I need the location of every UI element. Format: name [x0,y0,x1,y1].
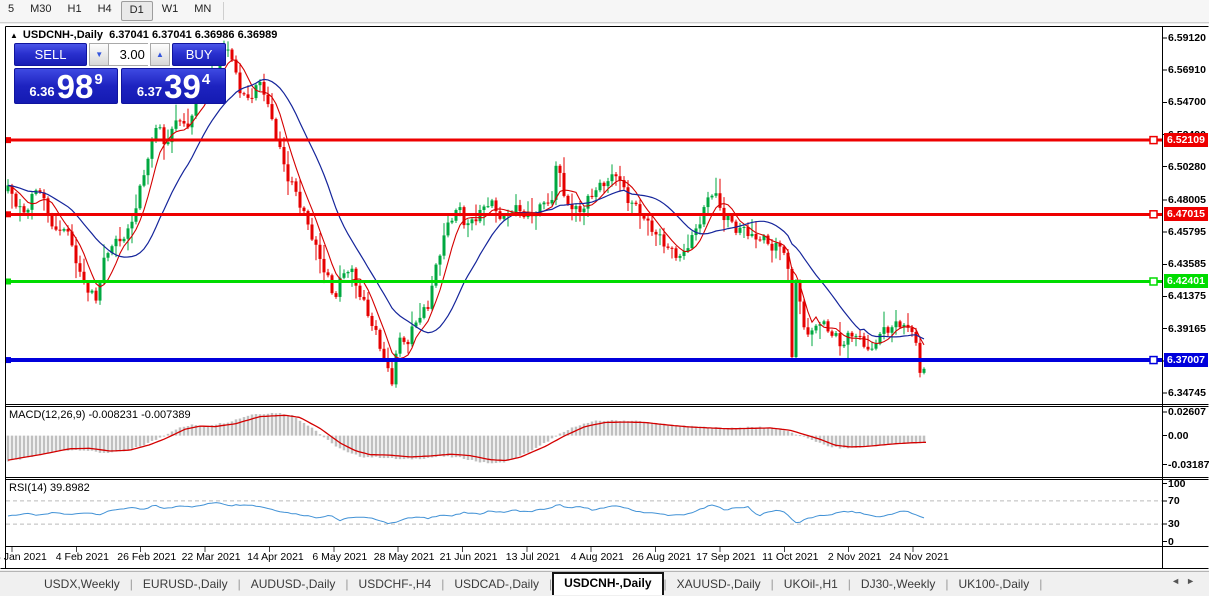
timeframe-toolbar: 5M30H1H4D1W1MN [0,0,1209,23]
volume-input[interactable]: 3.00 [109,43,148,66]
sell-price-prefix: 6.36 [29,84,54,99]
tab-ukoil-h1[interactable]: UKOil-,H1 [774,574,848,594]
collapse-triangle-icon[interactable]: ▲ [10,31,18,40]
date-axis-label: 4 Aug 2021 [571,551,624,563]
buy-price-big-digits: 39 [164,72,201,102]
buy-price-prefix: 6.37 [137,84,162,99]
tab-usdcad-daily[interactable]: USDCAD-,Daily [444,574,549,594]
symbol-tab-bar: USDX,Weekly|EURUSD-,Daily|AUDUSD-,Daily|… [0,571,1209,596]
price-axis-label: 6.34745 [1168,387,1206,399]
price-axis-label: 6.45795 [1168,226,1206,238]
toolbar-separator [223,2,224,20]
date-axis-label: 26 Feb 2021 [117,551,176,563]
timeframe-button-mn[interactable]: MN [186,0,219,22]
rsi-axis-label: 70 [1168,495,1180,507]
chart-symbol-label: USDCNH-,Daily [23,29,103,41]
level-price-tag[interactable]: 6.52109 [1164,133,1208,147]
buy-price-display[interactable]: 6.37 39 4 [121,68,226,104]
price-axis-label: 6.41375 [1168,290,1206,302]
timeframe-button-w1[interactable]: W1 [154,0,187,22]
buy-price-pip-digit: 4 [202,71,210,88]
tab-eurusd-daily[interactable]: EURUSD-,Daily [133,574,238,594]
date-axis-label: 13 Jul 2021 [506,551,560,563]
tab-scroll-left-icon[interactable]: ◄ [1171,576,1186,586]
price-axis-label: 6.59120 [1168,32,1206,44]
tab-xauusd-daily[interactable]: XAUUSD-,Daily [667,574,771,594]
rsi-axis-label: 100 [1168,478,1186,490]
date-axis-label: 13 Jan 2021 [0,551,47,563]
timeframe-button-d1[interactable]: D1 [121,1,153,21]
price-axis-label: 6.48005 [1168,194,1206,206]
rsi-axis-label: 30 [1168,518,1180,530]
sell-price-display[interactable]: 6.36 98 9 [14,68,118,104]
price-axis-label: 6.39165 [1168,323,1206,335]
tab-usdcnh-daily[interactable]: USDCNH-,Daily [552,572,663,595]
tab-separator: | [1039,577,1042,591]
date-axis-label: 6 May 2021 [312,551,367,563]
date-axis-label: 24 Nov 2021 [889,551,949,563]
buy-button[interactable]: BUY [172,43,226,66]
date-axis-label: 26 Aug 2021 [632,551,691,563]
price-chart-canvas[interactable] [0,24,1209,570]
tab-usdchf-h4[interactable]: USDCHF-,H4 [349,574,442,594]
date-axis-label: 14 Apr 2021 [247,551,304,563]
macd-indicator-label: MACD(12,26,9) -0.008231 -0.007389 [9,409,191,421]
tab-uk100-daily[interactable]: UK100-,Daily [949,574,1040,594]
timeframe-button-h4[interactable]: H4 [90,0,120,22]
volume-decrease-button[interactable]: ▼ [89,43,109,66]
tab-dj30-weekly[interactable]: DJ30-,Weekly [851,574,945,594]
rsi-axis-label: 0 [1168,536,1174,548]
timeframe-button-5[interactable]: 5 [0,0,22,22]
rsi-indicator-label: RSI(14) 39.8982 [9,482,90,494]
tab-audusd-daily[interactable]: AUDUSD-,Daily [241,574,346,594]
level-price-tag[interactable]: 6.42401 [1164,274,1208,288]
price-axis-label: 6.54700 [1168,96,1206,108]
tab-scroll-right-icon[interactable]: ► [1186,576,1201,586]
level-price-tag[interactable]: 6.37007 [1164,353,1208,367]
trading-terminal-window: 5M30H1H4D1W1MN ▲ USDCNH-,Daily 6.37041 6.… [0,0,1209,596]
chart-ohlc-values: 6.37041 6.37041 6.36986 6.36989 [109,29,277,41]
macd-axis-label: 0.00 [1168,430,1188,442]
volume-increase-button[interactable]: ▲ [150,43,170,66]
sell-price-big-digits: 98 [57,72,94,102]
price-axis-label: 6.50280 [1168,161,1206,173]
date-axis-label: 17 Sep 2021 [696,551,756,563]
sell-price-pip-digit: 9 [94,71,102,88]
tab-scroll-arrows[interactable]: ◄► [1171,576,1201,586]
date-axis-label: 22 Mar 2021 [182,551,241,563]
timeframe-button-h1[interactable]: H1 [60,0,90,22]
timeframe-button-m30[interactable]: M30 [22,0,59,22]
chart-title: ▲ USDCNH-,Daily 6.37041 6.37041 6.36986 6… [10,29,277,41]
sell-button[interactable]: SELL [14,43,87,66]
date-axis-label: 2 Nov 2021 [828,551,882,563]
date-axis-label: 4 Feb 2021 [56,551,109,563]
date-axis-label: 21 Jun 2021 [440,551,498,563]
date-axis-label: 11 Oct 2021 [762,551,818,563]
date-axis-label: 28 May 2021 [374,551,435,563]
one-click-trade-panel: SELL ▼ 3.00 ▲ BUY 6.36 98 9 6.37 39 4 [14,43,226,104]
macd-axis-label: -0.031872 [1168,459,1209,471]
price-axis-label: 6.56910 [1168,64,1206,76]
price-axis-label: 6.43585 [1168,258,1206,270]
level-price-tag[interactable]: 6.47015 [1164,207,1208,221]
macd-axis-label: 0.02607 [1168,406,1206,418]
chart-window: ▲ USDCNH-,Daily 6.37041 6.37041 6.36986 6… [0,24,1209,570]
tab-usdx-weekly[interactable]: USDX,Weekly [34,574,130,594]
